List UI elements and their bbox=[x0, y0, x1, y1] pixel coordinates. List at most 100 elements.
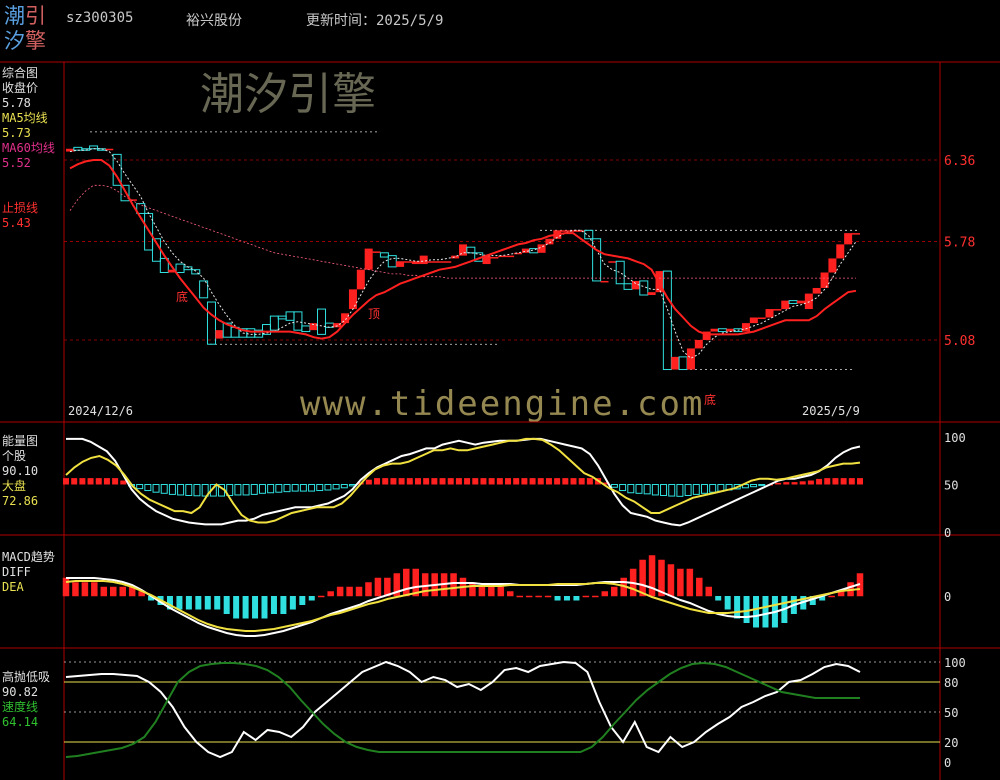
macd-bar bbox=[601, 591, 609, 597]
energy-bar bbox=[423, 478, 430, 485]
candle bbox=[364, 248, 373, 270]
energy-bar bbox=[799, 481, 806, 485]
candle bbox=[215, 330, 224, 339]
energy-bar bbox=[816, 478, 823, 485]
top-marker: 顶 bbox=[368, 307, 380, 321]
candle bbox=[852, 233, 860, 235]
energy-bar bbox=[758, 484, 766, 487]
macd-bar bbox=[507, 591, 514, 597]
energy-bar bbox=[365, 479, 372, 485]
macd-bar bbox=[488, 586, 495, 597]
candle bbox=[757, 317, 766, 319]
macd-bar bbox=[270, 596, 277, 614]
energy-bar bbox=[496, 478, 503, 485]
candle bbox=[356, 269, 365, 290]
candle bbox=[694, 340, 703, 349]
energy-bar bbox=[570, 478, 577, 485]
energy-bar bbox=[783, 482, 790, 485]
energy-bar bbox=[63, 478, 69, 485]
macd-bar bbox=[573, 596, 580, 601]
macd-bar bbox=[374, 577, 382, 597]
candle bbox=[773, 309, 782, 311]
macd-bar bbox=[762, 596, 769, 628]
candle bbox=[584, 229, 594, 240]
macd-bar bbox=[261, 596, 268, 619]
candle bbox=[592, 238, 602, 282]
macd-bar bbox=[828, 595, 835, 598]
energy-bar bbox=[562, 478, 569, 485]
energy-bar bbox=[95, 478, 102, 485]
candle bbox=[600, 280, 609, 283]
candle bbox=[372, 251, 381, 253]
macd-bar bbox=[421, 573, 429, 597]
energy-bar bbox=[112, 478, 119, 485]
candle bbox=[671, 356, 680, 370]
macd-bar bbox=[554, 596, 561, 601]
energy-bar bbox=[619, 484, 627, 492]
macd-bar bbox=[469, 582, 476, 597]
energy-bar bbox=[250, 484, 258, 495]
candle bbox=[678, 356, 688, 371]
candle bbox=[348, 289, 357, 310]
energy-bar bbox=[660, 484, 668, 496]
energy-bar bbox=[267, 484, 275, 494]
candle bbox=[828, 258, 837, 273]
candle bbox=[293, 311, 303, 331]
energy-bar bbox=[71, 478, 78, 485]
energy-bar bbox=[447, 478, 454, 485]
candle bbox=[749, 317, 758, 324]
energy-bar bbox=[234, 484, 242, 496]
candle bbox=[741, 323, 750, 332]
candle bbox=[387, 255, 397, 268]
energy-bar bbox=[709, 484, 717, 493]
hl-tick-0: 0 bbox=[944, 756, 951, 770]
energy-tick-0: 0 bbox=[944, 526, 951, 540]
macd-bar bbox=[516, 595, 523, 598]
energy-bar bbox=[750, 484, 758, 488]
macd-bar bbox=[110, 586, 117, 597]
candle bbox=[608, 261, 617, 263]
energy-bar bbox=[840, 478, 847, 485]
candle bbox=[419, 255, 428, 265]
energy-bar bbox=[848, 478, 855, 485]
macd-bar bbox=[705, 586, 713, 597]
energy-bar bbox=[79, 478, 86, 485]
macd-bar bbox=[91, 582, 98, 597]
energy-bar bbox=[177, 484, 185, 496]
energy-bar bbox=[87, 478, 94, 485]
speed-line bbox=[65, 661, 860, 758]
bottom-marker: 底 bbox=[704, 392, 716, 407]
energy-bar bbox=[513, 478, 520, 485]
energy-tick-2: 100 bbox=[944, 431, 966, 445]
candle bbox=[285, 311, 295, 321]
energy-bar bbox=[455, 478, 462, 485]
energy-bar bbox=[643, 484, 651, 495]
candle bbox=[269, 315, 279, 331]
hl-tick-2: 50 bbox=[944, 706, 958, 720]
energy-bar bbox=[488, 478, 495, 485]
energy-bar bbox=[168, 484, 176, 495]
macd-bar bbox=[233, 596, 240, 619]
macd-bar bbox=[724, 596, 731, 610]
macd-bar bbox=[346, 586, 353, 597]
energy-bar bbox=[651, 484, 659, 496]
macd-bar bbox=[289, 596, 296, 610]
energy-bar bbox=[545, 478, 552, 485]
candles bbox=[66, 145, 860, 371]
energy-bar bbox=[635, 484, 643, 494]
energy-bar bbox=[406, 478, 413, 485]
macd-bar bbox=[100, 586, 108, 597]
energy-bar bbox=[308, 484, 316, 492]
macd-bar bbox=[242, 596, 249, 619]
candle bbox=[403, 261, 412, 263]
hl-tick-3: 80 bbox=[944, 676, 958, 690]
macd-bar bbox=[686, 568, 694, 597]
energy-bar bbox=[692, 484, 700, 495]
energy-bar bbox=[152, 484, 160, 493]
energy-bar bbox=[586, 478, 593, 485]
energy-bar bbox=[480, 478, 487, 485]
energy-bar bbox=[578, 478, 585, 485]
macd-bar bbox=[535, 595, 542, 598]
candle bbox=[89, 145, 99, 150]
macd-bar bbox=[677, 568, 684, 597]
